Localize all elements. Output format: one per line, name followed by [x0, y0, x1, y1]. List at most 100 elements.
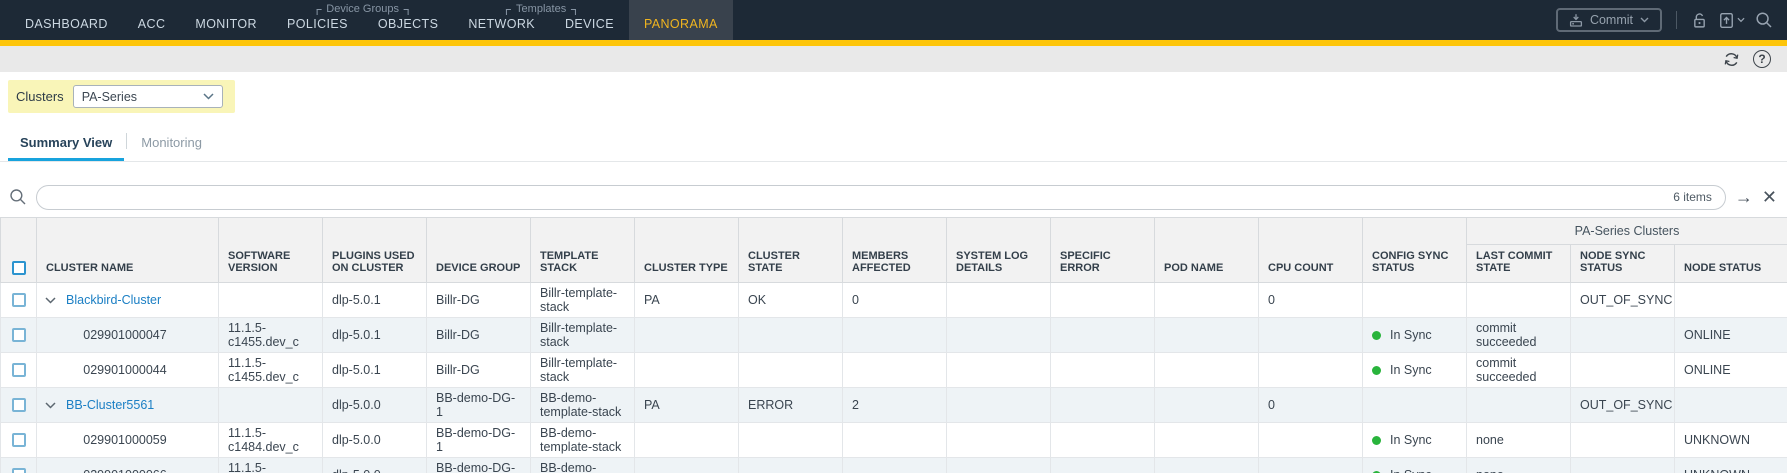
refresh-icon[interactable]	[1722, 50, 1741, 69]
cluster-name-link[interactable]: Blackbird-Cluster	[66, 293, 161, 307]
help-icon[interactable]: ?	[1753, 50, 1771, 68]
cell-software-version: 11.1.5-c1455.dev_c	[219, 353, 323, 388]
cell-system-log-details	[947, 388, 1051, 423]
cell-config-sync-status: In Sync	[1363, 458, 1467, 473]
device-groups-label: Device Groups	[326, 3, 399, 15]
cell-pod-name	[1155, 318, 1259, 353]
apply-filter-arrow-icon[interactable]: →	[1735, 188, 1753, 206]
table-row: 02990100004711.1.5-c1455.dev_cdlp-5.0.1B…	[1, 318, 1787, 353]
row-checkbox-cell	[1, 388, 37, 423]
cell-pod-name	[1155, 353, 1259, 388]
table-row: Blackbird-Cluster dlp-5.0.1Billr-DGBillr-…	[1, 283, 1787, 318]
select-all-checkbox[interactable]	[12, 261, 26, 275]
device-serial-cell: 029901000059	[37, 423, 219, 458]
cell-cpu-count: 0	[1259, 283, 1363, 318]
unlock-icon[interactable]	[1691, 12, 1708, 29]
col-template-stack: TEMPLATE STACK	[531, 218, 635, 283]
row-checkbox[interactable]	[12, 293, 26, 307]
device-serial: 029901000059	[41, 433, 209, 447]
cell-software-version	[219, 388, 323, 423]
search-icon[interactable]	[1755, 11, 1773, 29]
cell-plugins-used: dlp-5.0.0	[323, 458, 427, 473]
cell-config-sync-status	[1363, 283, 1467, 318]
cell-last-commit-state: commit succeeded	[1467, 318, 1571, 353]
search-row: 6 items → ✕	[0, 183, 1787, 211]
cell-specific-error	[1051, 388, 1155, 423]
cell-node-status	[1675, 388, 1787, 423]
cell-last-commit-state: commit succeeded	[1467, 353, 1571, 388]
search-input[interactable]: 6 items	[36, 185, 1726, 210]
cell-plugins-used: dlp-5.0.1	[323, 318, 427, 353]
cluster-name-link[interactable]: BB-Cluster5561	[66, 398, 154, 412]
cluster-table-body: Blackbird-Cluster dlp-5.0.1Billr-DGBillr-…	[1, 283, 1787, 473]
cell-cluster-state: OK	[739, 283, 843, 318]
cell-plugins-used: dlp-5.0.0	[323, 423, 427, 458]
commit-button[interactable]: Commit	[1556, 8, 1662, 32]
cell-cluster-type: PA	[635, 388, 739, 423]
chevron-down-icon	[1640, 17, 1649, 23]
push-config-icon[interactable]	[1718, 12, 1745, 29]
col-cluster-state: CLUSTER STATE	[739, 218, 843, 283]
cell-device-group: Billr-DG	[427, 318, 531, 353]
templates-bracket-label: Templates	[506, 3, 576, 15]
divider	[126, 133, 127, 149]
cell-cluster-state: ERROR	[739, 388, 843, 423]
row-checkbox-cell	[1, 423, 37, 458]
table-row: BB-Cluster5561dlp-5.0.0BB-demo-DG-1BB-de…	[1, 388, 1787, 423]
nav-acc[interactable]: ACC	[123, 0, 181, 40]
cell-device-group: Billr-DG	[427, 283, 531, 318]
cell-plugins-used: dlp-5.0.1	[323, 283, 427, 318]
nav-dashboard[interactable]: DASHBOARD	[10, 0, 123, 40]
search-icon[interactable]	[9, 188, 27, 206]
clusters-table: CLUSTER NAME SOFTWARE VERSION PLUGINS US…	[0, 217, 1787, 473]
cell-members-affected	[843, 353, 947, 388]
cell-template-stack: BB-demo-template-stack	[531, 458, 635, 473]
cell-members-affected	[843, 458, 947, 473]
tab-summary-view[interactable]: Summary View	[8, 129, 124, 161]
col-specific-error: SPECIFIC ERROR	[1051, 218, 1155, 283]
col-cluster-type: CLUSTER TYPE	[635, 218, 739, 283]
clusters-label: Clusters	[16, 89, 64, 104]
expand-chevron-down-icon[interactable]	[41, 402, 56, 409]
row-checkbox[interactable]	[12, 433, 26, 447]
tab-monitoring[interactable]: Monitoring	[129, 129, 214, 161]
row-checkbox-cell	[1, 458, 37, 473]
device-serial-cell: 029901000047	[37, 318, 219, 353]
device-groups-bracket-label: Device Groups	[316, 3, 409, 15]
nav-monitor[interactable]: MONITOR	[180, 0, 272, 40]
clusters-filter-highlight: Clusters PA-Series	[8, 80, 235, 113]
clusters-select[interactable]: PA-Series	[73, 85, 223, 108]
commit-icon	[1569, 13, 1583, 27]
cell-plugins-used: dlp-5.0.1	[323, 353, 427, 388]
bracket-corner-right-icon	[404, 9, 409, 15]
cell-node-status: UNKNOWN	[1675, 458, 1787, 473]
nav-panorama[interactable]: PANORAMA	[629, 0, 733, 40]
cell-system-log-details	[947, 283, 1051, 318]
cell-template-stack: BB-demo-template-stack	[531, 423, 635, 458]
cell-pod-name	[1155, 283, 1259, 318]
cell-node-status	[1675, 283, 1787, 318]
table-group-header-row: CLUSTER NAME SOFTWARE VERSION PLUGINS US…	[1, 218, 1787, 245]
bracket-corner-left-icon	[506, 9, 511, 15]
device-serial: 029901000066	[41, 468, 209, 473]
cell-template-stack: Billr-template-stack	[531, 283, 635, 318]
cell-software-version: 11.1.5-c1484.dev_c	[219, 423, 323, 458]
row-checkbox[interactable]	[12, 398, 26, 412]
cell-specific-error	[1051, 423, 1155, 458]
clear-filter-close-icon[interactable]: ✕	[1762, 188, 1777, 206]
top-nav: DASHBOARD ACC MONITOR Device Groups POLI…	[0, 0, 1787, 40]
row-checkbox[interactable]	[12, 468, 26, 473]
row-checkbox[interactable]	[12, 363, 26, 377]
cell-node-sync-status	[1571, 423, 1675, 458]
cell-config-sync-status	[1363, 388, 1467, 423]
cell-cluster-type	[635, 353, 739, 388]
device-serial: 029901000044	[41, 363, 209, 377]
row-checkbox[interactable]	[12, 328, 26, 342]
cell-node-status: ONLINE	[1675, 318, 1787, 353]
divider	[1676, 11, 1677, 29]
col-cluster-name: CLUSTER NAME	[37, 218, 219, 283]
cell-last-commit-state: none	[1467, 458, 1571, 473]
cell-cluster-state	[739, 423, 843, 458]
table-row: 02990100006611.1.5-c1484.dev_cdlp-5.0.0B…	[1, 458, 1787, 473]
expand-chevron-down-icon[interactable]	[41, 297, 56, 304]
